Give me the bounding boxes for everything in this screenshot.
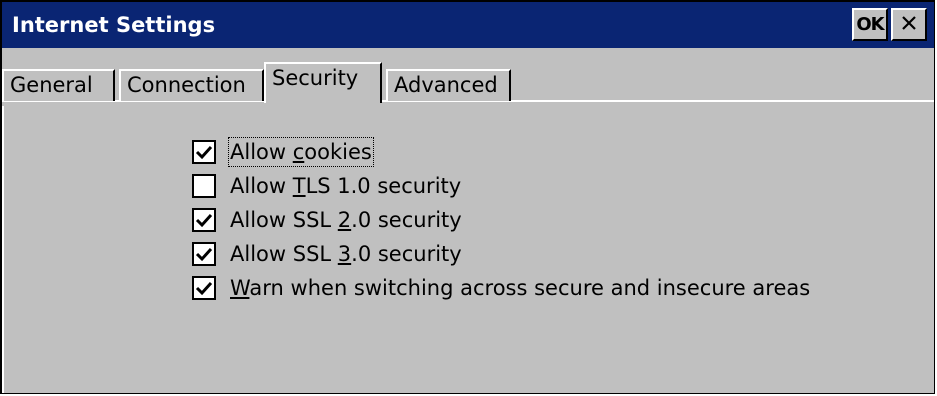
close-button[interactable] (891, 8, 927, 41)
internet-settings-window: Internet Settings OK General Connection … (0, 0, 935, 394)
allow-cookies-checkbox[interactable] (192, 140, 216, 164)
warn-secure-insecure-checkbox[interactable] (192, 276, 216, 300)
security-tab-panel: Allow cookies Allow TLS 1.0 security All… (2, 106, 934, 393)
tab-connection[interactable]: Connection (119, 69, 264, 101)
warn-secure-insecure-label: Warn when switching across secure and in… (230, 276, 811, 300)
ok-button-label: OK (856, 14, 884, 35)
tab-general[interactable]: General (2, 69, 115, 101)
close-icon (901, 15, 917, 35)
allow-tls-1-0-label: Allow TLS 1.0 security (230, 174, 462, 198)
tab-security-label: Security (272, 66, 359, 90)
checkmark-icon (195, 213, 213, 228)
allow-ssl-3-0-label: Allow SSL 3.0 security (230, 242, 462, 266)
allow-cookies-option[interactable]: Allow cookies (192, 137, 374, 167)
title-bar: Internet Settings OK (2, 2, 934, 48)
allow-tls-1-0-checkbox[interactable] (192, 174, 216, 198)
tab-connection-label: Connection (127, 73, 246, 97)
tab-strip: General Connection Security Advanced (2, 49, 934, 105)
tab-advanced-label: Advanced (394, 73, 498, 97)
checkmark-icon (195, 247, 213, 262)
tab-security[interactable]: Security (264, 62, 382, 103)
allow-ssl-3-0-option[interactable]: Allow SSL 3.0 security (192, 239, 462, 269)
warn-secure-insecure-option[interactable]: Warn when switching across secure and in… (192, 273, 810, 303)
checkmark-icon (195, 145, 213, 160)
allow-ssl-3-0-checkbox[interactable] (192, 242, 216, 266)
allow-ssl-2-0-checkbox[interactable] (192, 208, 216, 232)
tab-advanced[interactable]: Advanced (386, 69, 511, 101)
allow-ssl-2-0-label: Allow SSL 2.0 security (230, 208, 462, 232)
checkmark-icon (195, 281, 213, 296)
allow-cookies-label: Allow cookies (228, 137, 374, 167)
window-title: Internet Settings (12, 13, 216, 37)
tab-general-label: General (10, 73, 93, 97)
allow-ssl-2-0-option[interactable]: Allow SSL 2.0 security (192, 205, 462, 235)
allow-tls-1-0-option[interactable]: Allow TLS 1.0 security (192, 171, 461, 201)
ok-button[interactable]: OK (852, 8, 888, 41)
